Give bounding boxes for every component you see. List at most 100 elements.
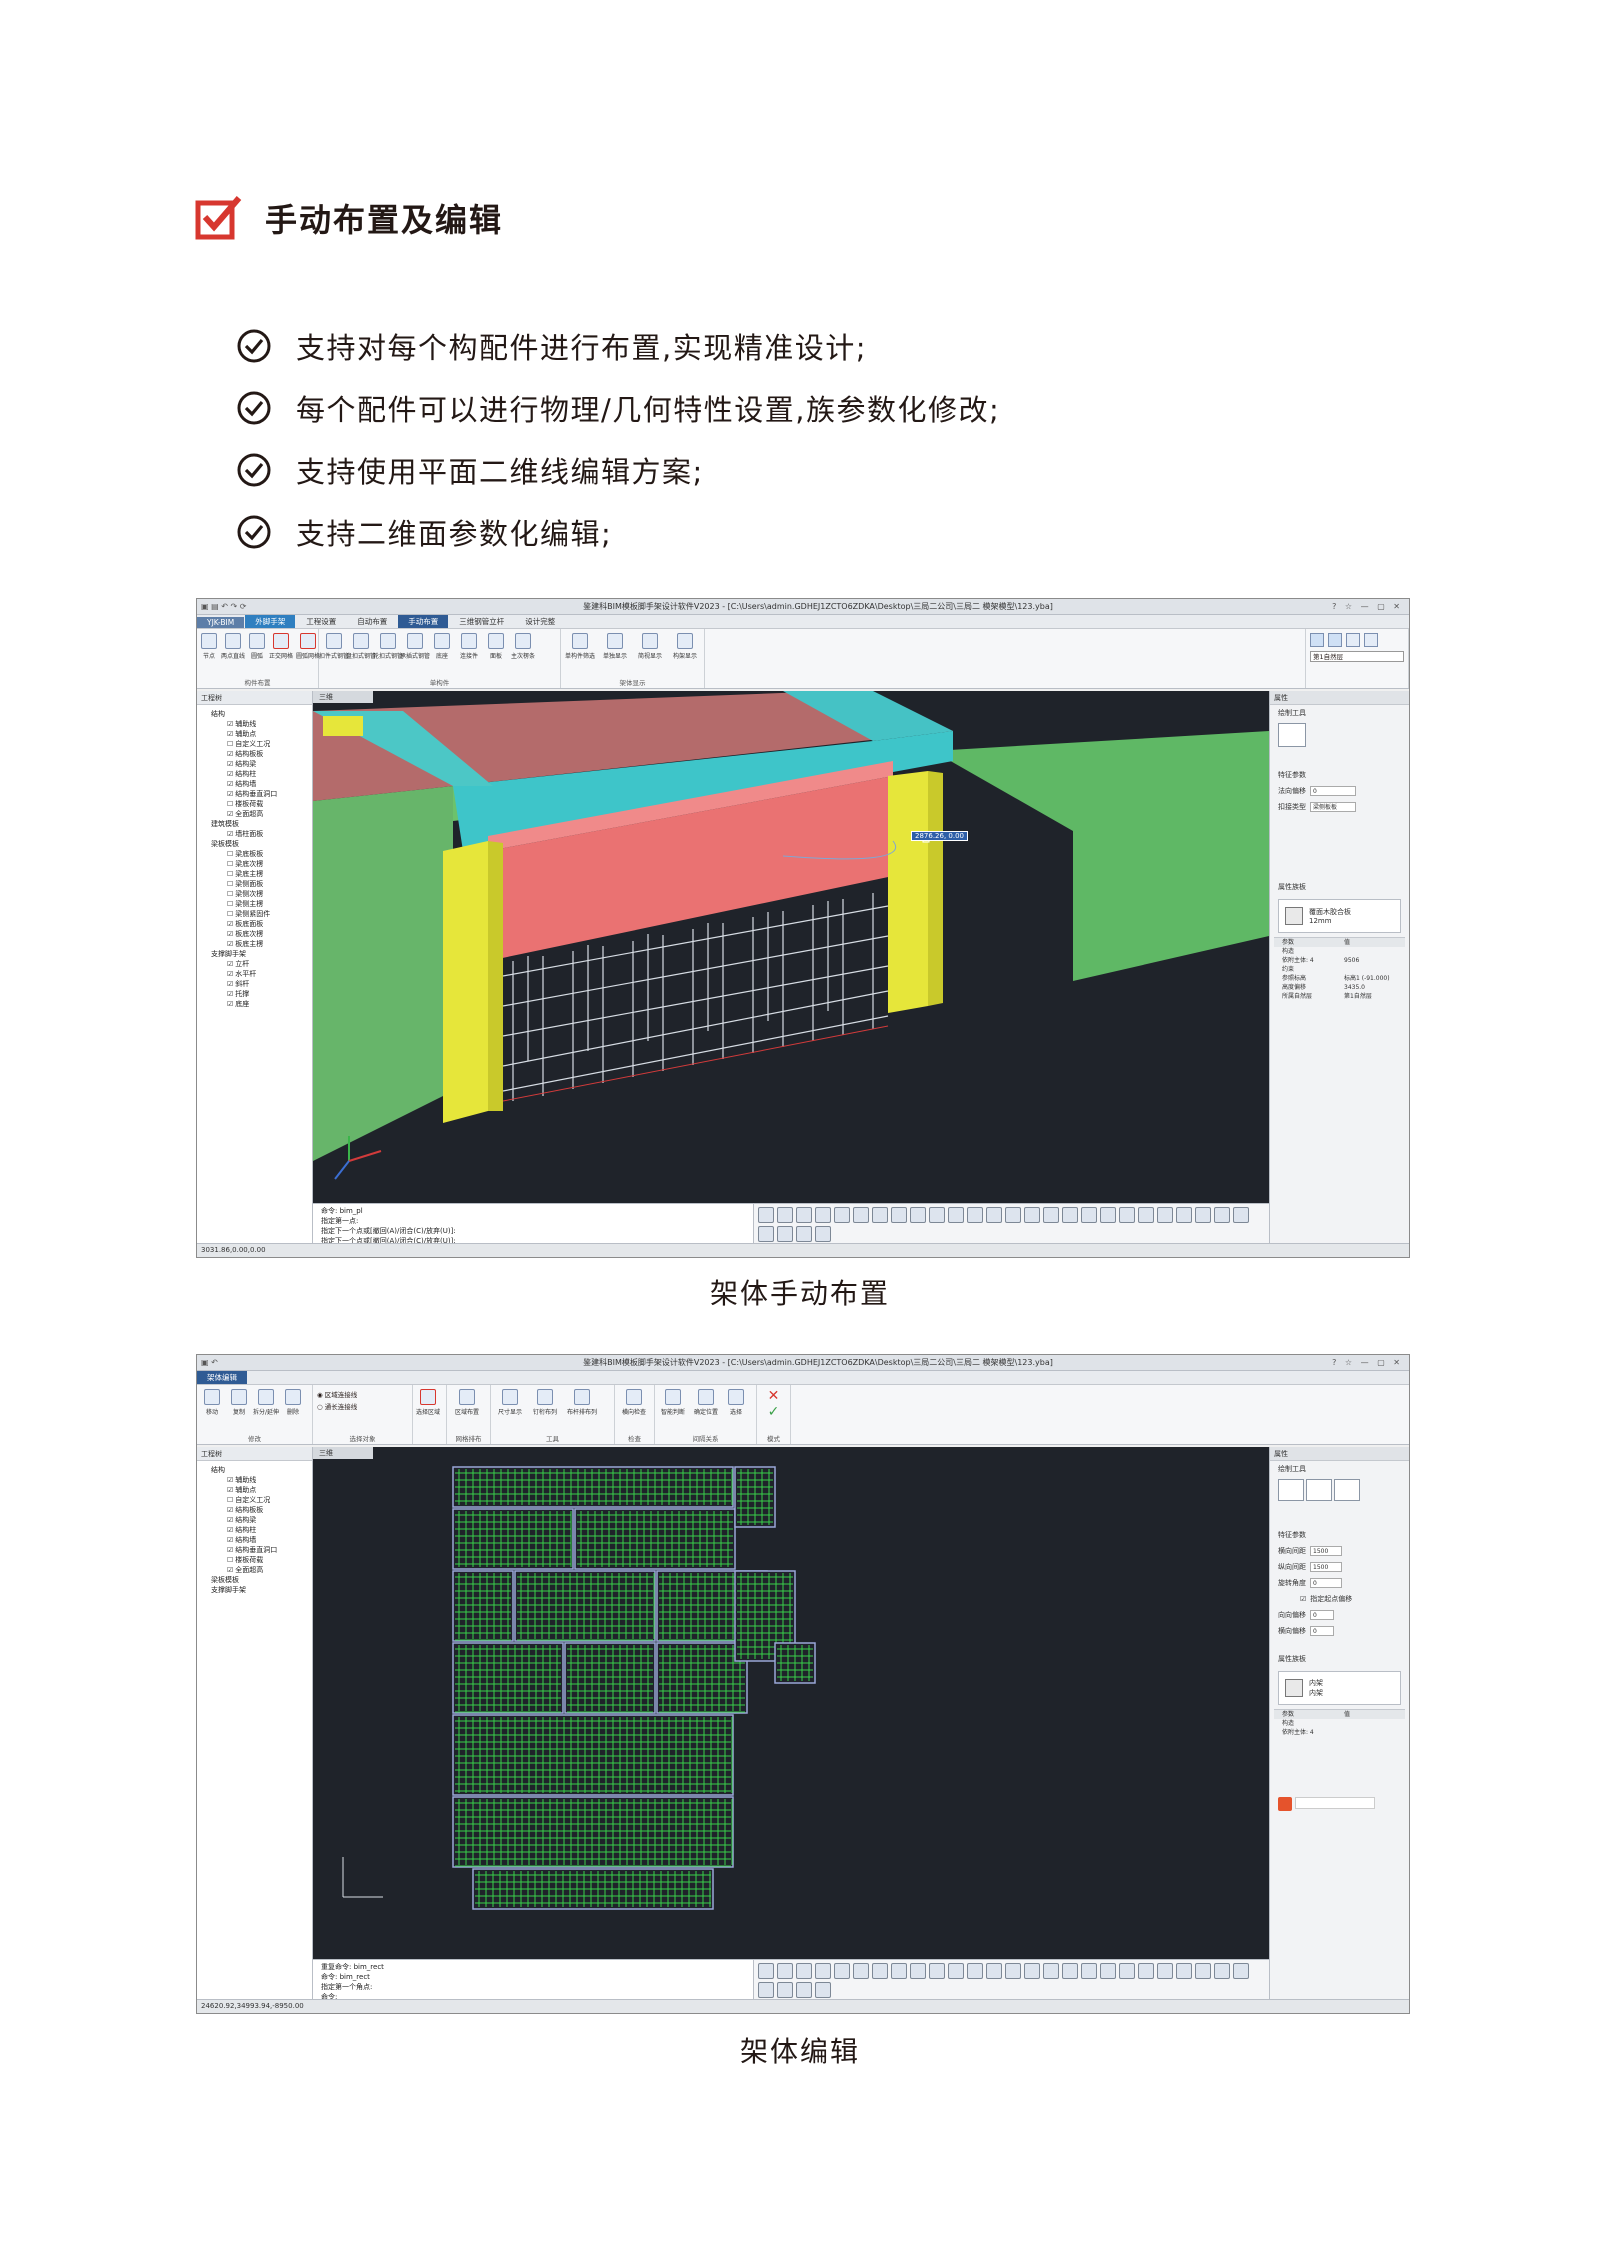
ortho-grid-button[interactable]: 正交网格 <box>269 633 293 660</box>
tree-item[interactable]: 结构垂直洞口 <box>201 1545 312 1555</box>
quick-access-toolbar[interactable]: ▣ ▤ ↶ ↷ ⟳ <box>197 602 317 611</box>
select-icon[interactable] <box>758 1207 774 1223</box>
text-icon[interactable] <box>777 1982 793 1998</box>
tree-item[interactable]: 梁侧面板 <box>201 879 312 889</box>
measure-icon[interactable] <box>1043 1207 1059 1223</box>
layers-icon[interactable] <box>1346 633 1360 647</box>
command-line[interactable]: 命令: bim_pl 指定第一点: 指定下一个点或[撤回(A)/闭合(C)/放弃… <box>313 1203 753 1245</box>
zoom-window-icon[interactable] <box>967 1963 983 1979</box>
copy-icon[interactable] <box>815 1207 831 1223</box>
view-tab[interactable]: 三维 <box>313 1447 373 1459</box>
tree-item[interactable]: 楼板荷载 <box>201 799 312 809</box>
zoom-out-icon[interactable] <box>1024 1963 1040 1979</box>
zoom-extent-icon[interactable] <box>986 1207 1002 1223</box>
filter-icon[interactable] <box>796 1982 812 1998</box>
tree-item[interactable]: 结构梁 <box>201 759 312 769</box>
frame-region[interactable] <box>574 1508 736 1570</box>
text-icon[interactable] <box>777 1226 793 1242</box>
copy-button[interactable]: 复制 <box>228 1389 250 1416</box>
longitudinal-spacing-input[interactable]: 1500 <box>1310 1562 1342 1572</box>
delete-button[interactable]: 删除 <box>282 1389 304 1416</box>
zoom-extent-icon[interactable] <box>986 1963 1002 1979</box>
offset-input[interactable]: 0 <box>1310 786 1356 796</box>
tree-group[interactable]: 支撑脚手架 <box>201 1585 312 1595</box>
tree-group[interactable]: 支撑脚手架 <box>201 949 312 959</box>
tree-item[interactable]: 托撑 <box>201 989 312 999</box>
ruler-icon[interactable] <box>1119 1963 1135 1979</box>
light-icon[interactable] <box>1100 1207 1116 1223</box>
tree-item[interactable]: 结构墙 <box>201 1535 312 1545</box>
truss-arrange-button[interactable]: 钉桁布列 <box>530 1389 560 1416</box>
move-icon[interactable] <box>796 1207 812 1223</box>
3d-viewport[interactable]: 三维 2876.26, 0.00 <box>313 691 1269 1203</box>
frame-region[interactable] <box>452 1642 564 1714</box>
transverse-spacing-input[interactable]: 1500 <box>1310 1546 1342 1556</box>
pan-icon[interactable] <box>929 1207 945 1223</box>
print-icon[interactable] <box>758 1982 774 1998</box>
tree-item[interactable]: 辅助线 <box>201 719 312 729</box>
tree-item[interactable]: 辅助点 <box>201 1485 312 1495</box>
tree-item[interactable]: 梁底板板 <box>201 849 312 859</box>
orbit-icon[interactable] <box>910 1963 926 1979</box>
frame-region[interactable] <box>452 1570 514 1642</box>
level-icon[interactable] <box>1157 1963 1173 1979</box>
compare-icon[interactable] <box>1233 1963 1249 1979</box>
compare-icon[interactable] <box>1233 1207 1249 1223</box>
render-icon[interactable] <box>1062 1207 1078 1223</box>
frame-region[interactable] <box>452 1466 734 1508</box>
arc-tool-icon[interactable] <box>1278 723 1306 747</box>
tree-item[interactable]: 结构柱 <box>201 1525 312 1535</box>
tree-item[interactable]: 结构板板 <box>201 1505 312 1515</box>
zoom-in-icon[interactable] <box>1005 1963 1021 1979</box>
pan-icon[interactable] <box>929 1963 945 1979</box>
member-filter-button[interactable]: 单构件筛选 <box>565 633 595 660</box>
zoom-out-icon[interactable] <box>1024 1207 1040 1223</box>
tree-item[interactable]: 楼板荷载 <box>201 1555 312 1565</box>
top-view-icon[interactable] <box>872 1963 888 1979</box>
rectangle-tool-icon[interactable] <box>1278 1479 1304 1501</box>
level-icon[interactable] <box>1157 1207 1173 1223</box>
tree-group[interactable]: 建筑模板 <box>201 819 312 829</box>
select-button[interactable]: 选择 <box>725 1389 747 1416</box>
arc-tool-icon[interactable] <box>1334 1479 1360 1501</box>
tree-item[interactable]: 斜杆 <box>201 979 312 989</box>
tree-item[interactable]: 梁侧紧固件 <box>201 909 312 919</box>
orbit-icon[interactable] <box>910 1207 926 1223</box>
frame-region[interactable] <box>514 1570 656 1642</box>
tab-outer-scaffold[interactable]: 外脚手架 <box>245 615 296 628</box>
tab-manual-layout[interactable]: 手动布置 <box>398 615 449 628</box>
panel-button[interactable]: 面板 <box>485 633 507 660</box>
plan-viewport[interactable]: 三维 <box>313 1447 1269 1959</box>
ime-icons[interactable] <box>1295 1797 1375 1809</box>
tree-item[interactable]: 结构柱 <box>201 769 312 779</box>
dwg-icon[interactable] <box>1176 1963 1192 1979</box>
zoom-icon[interactable] <box>948 1207 964 1223</box>
tree-item[interactable]: 底座 <box>201 999 312 1009</box>
export-icon[interactable] <box>1195 1963 1211 1979</box>
front-view-icon[interactable] <box>834 1963 850 1979</box>
tree-item[interactable]: 全面超高 <box>201 809 312 819</box>
move-button[interactable]: 移动 <box>201 1389 223 1416</box>
zoom-in-icon[interactable] <box>1005 1207 1021 1223</box>
floor-select[interactable]: 第1自然层 <box>1310 651 1404 662</box>
tree-item[interactable]: 辅助点 <box>201 729 312 739</box>
tree-item[interactable]: 板底主楞 <box>201 939 312 949</box>
export-icon[interactable] <box>1195 1207 1211 1223</box>
select-icon[interactable] <box>758 1963 774 1979</box>
smart-judge-button[interactable]: 智能判断 <box>659 1389 687 1416</box>
frame-region[interactable] <box>452 1796 734 1868</box>
tree-item[interactable]: 全面超高 <box>201 1565 312 1575</box>
window-controls[interactable]: ? ☆ — ▢ ✕ <box>1319 602 1409 611</box>
tree-item[interactable]: 自定义工况 <box>201 739 312 749</box>
simple-display-button[interactable]: 简视显示 <box>635 633 665 660</box>
tree-item[interactable]: 板底次楞 <box>201 929 312 939</box>
tab-yjk-bim[interactable]: YJK-BIM <box>197 617 245 628</box>
frame-region[interactable] <box>452 1508 574 1570</box>
family-card[interactable]: 覆面木胶合板 12mm <box>1278 899 1401 933</box>
render-icon[interactable] <box>1062 1963 1078 1979</box>
command-line[interactable]: 重复命令: bim_rect 命令: bim_rect 指定第一个角点: 命令: <box>313 1959 753 2001</box>
window-controls[interactable]: ? ☆ — ▢ ✕ <box>1319 1358 1409 1367</box>
tree-item[interactable]: 立杆 <box>201 959 312 969</box>
left-view-icon[interactable] <box>853 1963 869 1979</box>
frame-display-button[interactable]: 构架显示 <box>670 633 700 660</box>
